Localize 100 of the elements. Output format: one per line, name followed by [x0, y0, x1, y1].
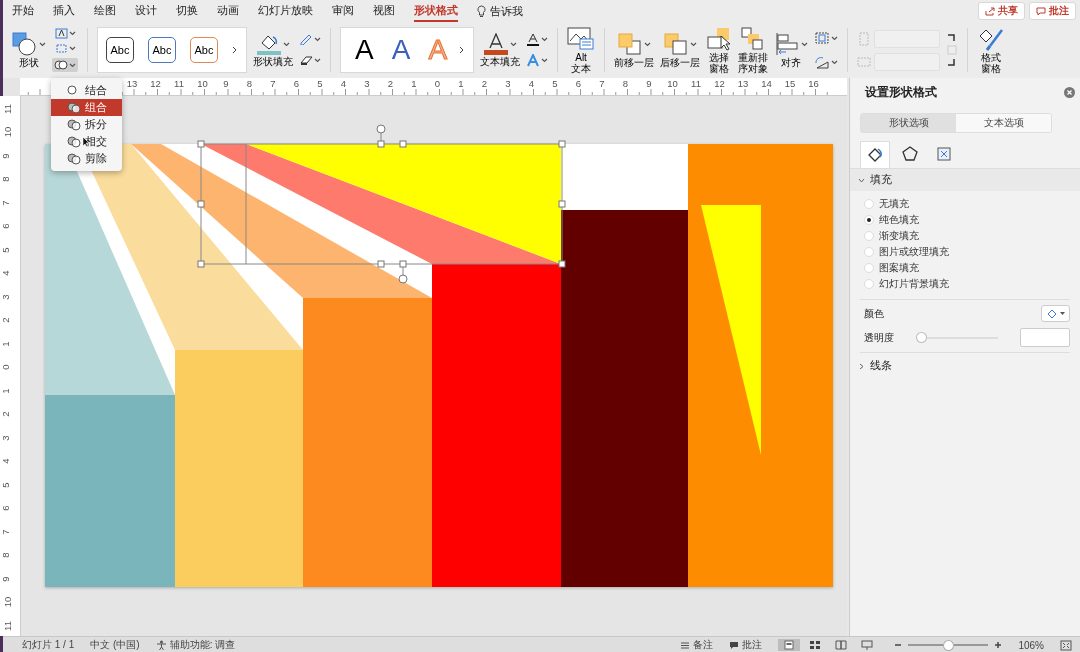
- forward-button[interactable]: 前移一层: [614, 32, 655, 68]
- comments-button[interactable]: 批注: [729, 638, 763, 652]
- dropdown-caret-icon[interactable]: [541, 58, 549, 63]
- slide-counter: 幻灯片 1 / 1: [22, 638, 75, 652]
- align-button[interactable]: 对齐: [774, 32, 809, 68]
- dropdown-caret-icon[interactable]: [68, 31, 76, 36]
- menu-item[interactable]: 剪除: [51, 150, 122, 167]
- fill-option[interactable]: 幻灯片背景填充: [864, 277, 1066, 291]
- speech-bubble-icon: [1036, 6, 1046, 16]
- ruler-number: 4: [340, 79, 347, 89]
- chevron-icon: [858, 176, 866, 184]
- shape-fill-button[interactable]: 形状填充: [253, 33, 293, 67]
- ruler-number: 8: [0, 552, 11, 558]
- shape-style-swatch[interactable]: Abc: [106, 37, 134, 63]
- fill-option[interactable]: 渐变填充: [864, 229, 1066, 243]
- zoom-in-icon[interactable]: [994, 641, 1003, 649]
- gallery-more-icon[interactable]: [232, 46, 238, 54]
- text-outline-icon[interactable]: [526, 33, 541, 46]
- fill-line-tab[interactable]: [860, 141, 891, 168]
- comments-button[interactable]: 批注: [1029, 2, 1076, 20]
- ruler-number: 10: [667, 79, 678, 89]
- backward-button[interactable]: 后移一层: [660, 32, 701, 68]
- normal-view-button[interactable]: [778, 639, 801, 651]
- notes-button[interactable]: 备注: [680, 638, 714, 652]
- fill-section-header[interactable]: 填充: [850, 169, 1080, 191]
- ribbon-tab[interactable]: 开始: [12, 0, 34, 22]
- color-picker-button[interactable]: [1041, 305, 1070, 322]
- pane-button[interactable]: 选择 窗格: [706, 26, 733, 74]
- alt-text-button[interactable]: Alt 文本: [567, 26, 596, 74]
- menu-item[interactable]: 结合: [51, 82, 122, 99]
- dropdown-caret-icon[interactable]: [644, 41, 652, 47]
- ruler-number: 11: [174, 79, 184, 89]
- transparency-field[interactable]: [1020, 328, 1070, 347]
- close-icon[interactable]: [1064, 87, 1075, 98]
- overlapping-circles-icon: [67, 135, 81, 148]
- tell-me-search[interactable]: 告诉我: [490, 3, 523, 19]
- dropdown-caret-icon[interactable]: [68, 46, 76, 51]
- dropdown-caret-icon[interactable]: [39, 41, 46, 47]
- fill-option[interactable]: 图案填充: [864, 261, 1066, 275]
- zoom-out-icon[interactable]: [894, 641, 903, 649]
- ribbon-tab[interactable]: 视图: [373, 0, 395, 22]
- text-effects-icon[interactable]: [526, 54, 541, 67]
- dropdown-caret-icon[interactable]: [690, 41, 698, 47]
- lock-aspect-icon[interactable]: [946, 33, 959, 67]
- dropdown-caret-icon[interactable]: [314, 37, 321, 42]
- rotate-icon[interactable]: [814, 55, 831, 69]
- format-pane-button[interactable]: 格式 窗格: [977, 26, 1006, 74]
- dropdown-caret-icon[interactable]: [801, 41, 809, 47]
- ruler-number: 16: [808, 79, 819, 89]
- accessibility-icon: [155, 640, 167, 650]
- overlapping-circles-icon: [67, 152, 81, 165]
- pen-icon[interactable]: [299, 34, 313, 45]
- ruler-number: 14: [761, 79, 772, 89]
- ribbon-tab[interactable]: 设计: [135, 0, 157, 22]
- menu-item[interactable]: 组合: [51, 99, 122, 116]
- dropdown-caret-icon[interactable]: [69, 62, 76, 68]
- ruler-number: 6: [0, 223, 11, 229]
- dropdown-caret-icon[interactable]: [510, 41, 518, 47]
- shape-style-swatch[interactable]: Abc: [148, 37, 176, 63]
- text-box-icon[interactable]: [54, 28, 68, 39]
- shape-effects-icon[interactable]: [299, 55, 313, 66]
- shapes-icon: [12, 32, 38, 56]
- ruler-number: 7: [0, 528, 11, 535]
- dropdown-caret-icon[interactable]: [831, 35, 839, 41]
- reorder-button[interactable]: 重新排 序对象: [738, 26, 769, 74]
- paint-bucket-icon: [1046, 308, 1058, 319]
- line-section-header[interactable]: 线条: [850, 355, 1080, 377]
- ribbon-tab[interactable]: 切换: [176, 0, 198, 22]
- pane-tab[interactable]: 形状选项: [861, 114, 957, 132]
- dropdown-caret-icon[interactable]: [283, 41, 290, 47]
- overlapping-circles-icon: [54, 59, 69, 71]
- shape-style-swatch[interactable]: Abc: [190, 37, 218, 63]
- ribbon-tab[interactable]: 幻灯片放映: [258, 0, 313, 22]
- dropdown-caret-icon[interactable]: [831, 59, 839, 65]
- ribbon-tab[interactable]: 动画: [217, 0, 239, 22]
- gallery-more-icon[interactable]: [459, 46, 466, 54]
- lightbulb-icon: [477, 4, 486, 18]
- chevron-icon: [858, 362, 866, 370]
- dropdown-caret-icon[interactable]: [541, 37, 549, 42]
- shapes-button[interactable]: 形状: [12, 32, 46, 68]
- merge-shapes-button[interactable]: [52, 58, 78, 72]
- ruler-number: 8: [622, 79, 629, 89]
- fill-option[interactable]: 纯色填充: [864, 213, 1066, 227]
- ribbon-tab[interactable]: 审阅: [332, 0, 354, 22]
- send-backward-icon: [663, 32, 690, 56]
- accessibility-button[interactable]: 辅助功能: 调查: [155, 638, 236, 652]
- fill-option[interactable]: 图片或纹理填充: [864, 245, 1066, 259]
- menu-item[interactable]: 拆分: [51, 116, 122, 133]
- share-button[interactable]: 共享: [978, 2, 1025, 20]
- pane-tab[interactable]: 文本选项: [956, 114, 1051, 132]
- zoom-percentage[interactable]: 106%: [1018, 639, 1044, 651]
- transparency-label: 透明度: [864, 330, 895, 345]
- text-fill-button[interactable]: 文本填充: [480, 33, 521, 67]
- dropdown-caret-icon[interactable]: [314, 58, 321, 63]
- ribbon-tab[interactable]: 插入: [53, 0, 75, 22]
- projector-screen-icon: [861, 640, 874, 650]
- ribbon-tab[interactable]: 绘图: [94, 0, 116, 22]
- language-indicator[interactable]: 中文 (中国): [90, 638, 140, 652]
- fit-to-window-icon[interactable]: [1060, 639, 1072, 651]
- fill-option[interactable]: 无填充: [864, 197, 1066, 211]
